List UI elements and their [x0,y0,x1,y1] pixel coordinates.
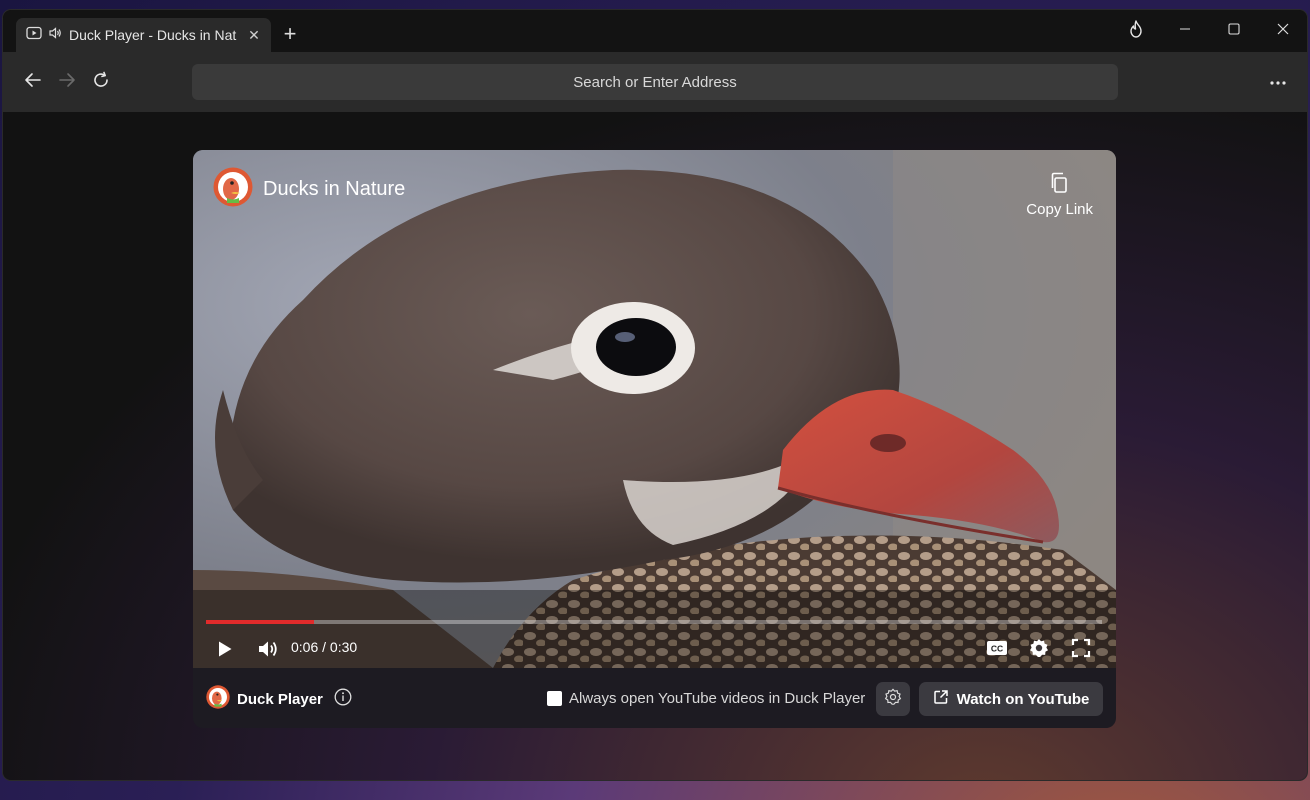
back-button[interactable] [22,71,44,93]
video-title-area: Ducks in Nature [213,167,405,212]
video-frame[interactable]: Ducks in Nature Copy Link 0:06 [193,150,1116,668]
navigation-toolbar: Search or Enter Address [3,52,1307,112]
close-window-button[interactable] [1258,10,1307,52]
maximize-icon [1228,22,1240,40]
time-display: 0:06 / 0:30 [291,639,357,655]
fullscreen-button[interactable] [1071,638,1091,663]
title-bar: Duck Player - Ducks in Nature ✕ + [3,10,1307,52]
progress-bar[interactable] [206,620,1102,624]
reload-button[interactable] [90,71,112,93]
more-menu-button[interactable] [1269,73,1287,91]
always-open-option[interactable]: Always open YouTube videos in Duck Playe… [547,690,865,707]
back-icon [24,72,42,93]
play-button[interactable] [217,640,233,663]
speaker-tab-icon[interactable] [48,26,63,45]
tab-title: Duck Player - Ducks in Nature [69,27,237,43]
address-placeholder: Search or Enter Address [573,74,736,91]
volume-icon [257,646,279,663]
youtube-tab-icon [26,26,42,45]
more-icon [1269,73,1287,90]
tab-close-icon[interactable]: ✕ [247,27,261,44]
tab-duck-player[interactable]: Duck Player - Ducks in Nature ✕ [16,18,271,52]
duckduckgo-logo [206,685,230,713]
minimize-icon [1179,22,1191,40]
close-icon [1277,22,1289,40]
always-open-label: Always open YouTube videos in Duck Playe… [569,690,865,707]
volume-button[interactable] [257,639,279,664]
video-settings-button[interactable] [1029,638,1049,663]
settings-icon [884,688,902,711]
forward-icon [58,72,76,93]
copy-link-label: Copy Link [1026,201,1093,218]
cc-icon-label: CC [991,644,1003,654]
copy-link-button[interactable]: Copy Link [1026,172,1093,218]
always-open-checkbox[interactable] [547,691,562,706]
duck-player-brand: Duck Player [206,685,352,713]
fullscreen-icon [1071,645,1091,662]
page-content: Ducks in Nature Copy Link 0:06 [3,112,1307,780]
window-controls [1111,10,1307,52]
captions-button[interactable]: CC [986,640,1008,661]
progress-fill [206,620,314,624]
fire-button[interactable] [1111,10,1160,52]
watch-on-youtube-label: Watch on YouTube [957,691,1090,708]
duck-player-label: Duck Player [237,691,323,708]
duck-player-footer: Duck Player Always open YouTube videos i… [193,668,1116,728]
duck-player: Ducks in Nature Copy Link 0:06 [193,150,1116,728]
address-bar[interactable]: Search or Enter Address [192,64,1118,100]
maximize-button[interactable] [1209,10,1258,52]
video-thumbnail-image [193,150,1116,668]
new-tab-button[interactable]: + [279,23,301,45]
minimize-button[interactable] [1160,10,1209,52]
reload-icon [92,71,110,94]
video-title: Ducks in Nature [263,178,405,201]
watch-on-youtube-button[interactable]: Watch on YouTube [919,682,1103,716]
player-controls: 0:06 / 0:30 CC [193,634,1116,664]
browser-window: Duck Player - Ducks in Nature ✕ + [3,10,1307,780]
external-link-icon [933,689,949,709]
settings-icon [1029,645,1049,662]
duckduckgo-logo [213,167,253,212]
fire-icon [1128,20,1144,43]
cc-icon: CC [986,643,1008,660]
info-icon[interactable] [334,688,352,710]
copy-icon [1050,172,1070,198]
forward-button[interactable] [56,71,78,93]
play-icon [217,645,233,662]
duck-player-settings-button[interactable] [876,682,910,716]
